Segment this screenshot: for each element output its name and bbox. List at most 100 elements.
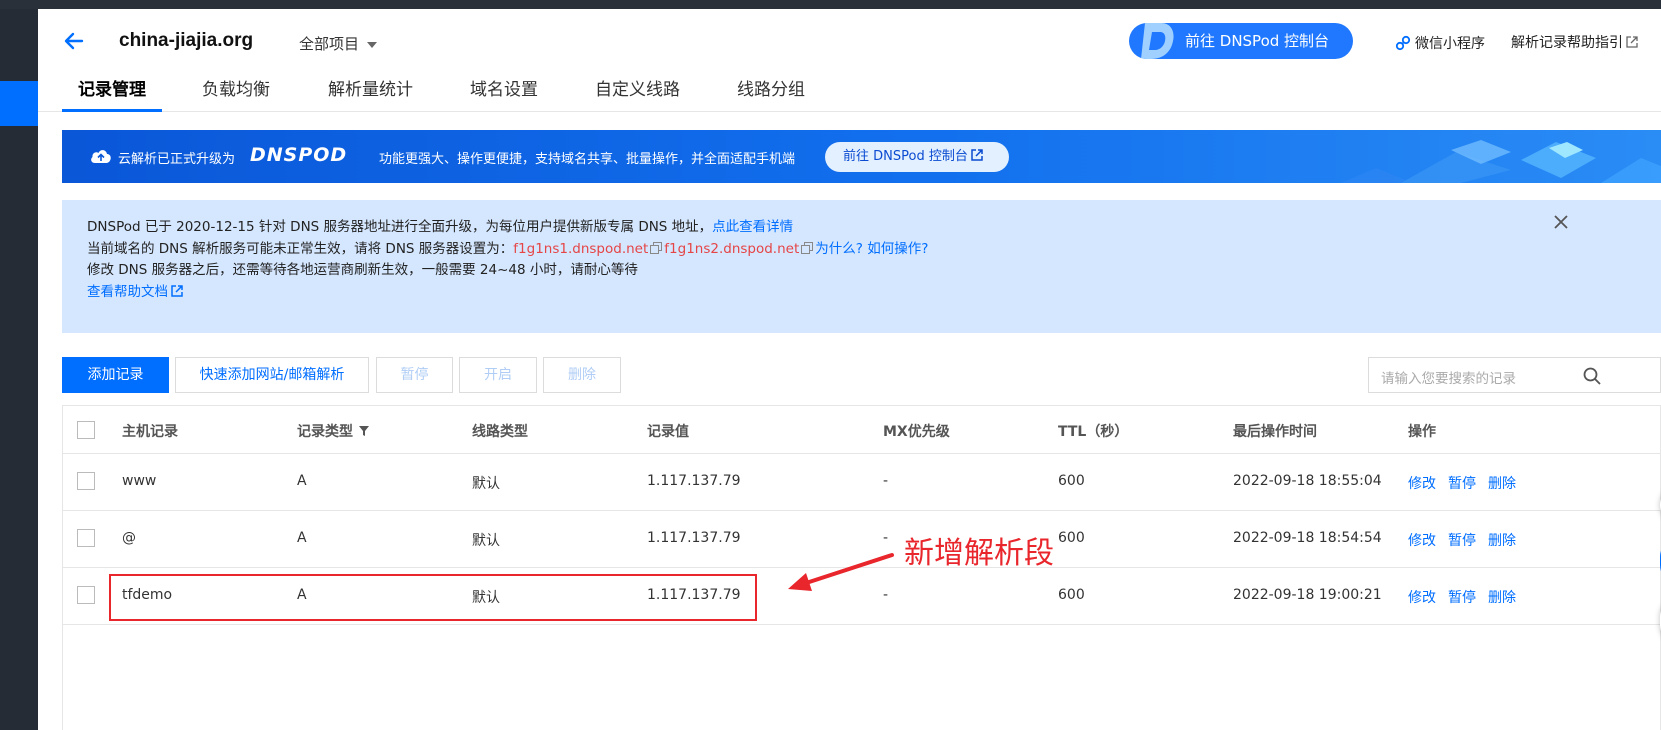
- upgrade-banner: 云解析已正式升级为 DNSPOD 功能更强大、操作更便捷，支持域名共享、批量操作…: [62, 130, 1661, 183]
- delete-link[interactable]: 删除: [1488, 473, 1516, 493]
- external-link-icon: [971, 149, 983, 161]
- banner-button-label: 前往 DNSPod 控制台: [843, 149, 968, 164]
- tab-domain-settings[interactable]: 域名设置: [470, 69, 538, 112]
- cell-ttl: 600: [1058, 587, 1085, 603]
- add-record-button[interactable]: 添加记录: [62, 357, 169, 393]
- pause-link[interactable]: 暂停: [1448, 530, 1476, 550]
- banner-decoration-graphic: [1341, 140, 1661, 183]
- edit-link[interactable]: 修改: [1408, 473, 1436, 493]
- cell-line: 默认: [472, 533, 500, 549]
- notice-line-1: DNSPod 已于 2020-12-15 针对 DNS 服务器地址进行全面升级，…: [87, 215, 793, 235]
- page-header: china-jiajia.org 全部项目 前往 DNSPod 控制台 微信小程…: [38, 9, 1661, 112]
- banner-goto-console-button[interactable]: 前往 DNSPod 控制台: [825, 142, 1009, 172]
- why-how-link[interactable]: 为什么? 如何操作?: [815, 241, 928, 257]
- help-doc-link[interactable]: 查看帮助文档: [87, 280, 183, 300]
- project-select[interactable]: 全部项目: [299, 33, 378, 54]
- col-type[interactable]: 记录类型: [297, 421, 370, 441]
- dnspod-brand: DNSPOD: [250, 144, 348, 166]
- notice-line-1-text: DNSPod 已于 2020-12-15 针对 DNS 服务器地址进行全面升级，…: [87, 219, 713, 235]
- cell-value: 1.117.137.79: [647, 530, 741, 546]
- highlight-box: [109, 574, 757, 621]
- left-sidebar: [0, 9, 38, 730]
- help-doc-label: 查看帮助文档: [87, 284, 168, 300]
- cell-line: 默认: [472, 476, 500, 492]
- notice-line-2-text: 当前域名的 DNS 解析服务可能未正常生效，请将 DNS 服务器设置为：: [87, 241, 514, 257]
- filter-icon[interactable]: [358, 425, 370, 437]
- annotation-text: 新增解析段: [904, 536, 1054, 571]
- tab-load-balancing[interactable]: 负载均衡: [202, 69, 270, 112]
- search-icon[interactable]: [1582, 366, 1602, 386]
- cell-type: A: [297, 473, 307, 489]
- external-link-icon: [171, 285, 183, 297]
- enable-button[interactable]: 开启: [459, 357, 537, 393]
- help-guide-label: 解析记录帮助指引: [1511, 35, 1623, 51]
- banner-text-upgrade: 云解析已正式升级为: [118, 152, 236, 167]
- domain-title: china-jiajia.org: [119, 30, 254, 51]
- nameserver-2: f1g1ns2.dnspod.net: [664, 241, 800, 257]
- sidebar-active-item[interactable]: [0, 81, 38, 126]
- cell-ttl: 600: [1058, 530, 1085, 546]
- col-mx: MX优先级: [883, 424, 950, 440]
- row-checkbox[interactable]: [77, 529, 95, 547]
- col-line: 线路类型: [472, 424, 528, 440]
- link-icon: [1395, 35, 1411, 51]
- close-icon[interactable]: [1553, 214, 1569, 230]
- row-checkbox[interactable]: [77, 472, 95, 490]
- tab-custom-lines[interactable]: 自定义线路: [595, 69, 680, 112]
- banner-text-features: 功能更强大、操作更便捷，支持域名共享、批量操作，并全面适配手机端: [379, 152, 796, 167]
- col-type-label: 记录类型: [297, 424, 353, 440]
- cell-value: 1.117.137.79: [647, 473, 741, 489]
- cell-time: 2022-09-18 18:55:04: [1233, 473, 1382, 489]
- record-search-input[interactable]: 请输入您要搜索的记录: [1368, 357, 1661, 393]
- project-select-label: 全部项目: [299, 35, 360, 53]
- delete-link[interactable]: 删除: [1488, 530, 1516, 550]
- col-host: 主机记录: [122, 424, 178, 440]
- goto-dnspod-console-button[interactable]: 前往 DNSPod 控制台: [1129, 23, 1353, 59]
- notice-line-2: 当前域名的 DNS 解析服务可能未正常生效，请将 DNS 服务器设置为：f1g1…: [87, 237, 928, 257]
- cell-mx: -: [883, 473, 889, 489]
- tab-record-management[interactable]: 记录管理: [62, 69, 162, 112]
- delete-link[interactable]: 删除: [1488, 587, 1516, 607]
- cell-time: 2022-09-18 19:00:21: [1233, 587, 1382, 603]
- col-last-modified: 最后操作时间: [1233, 424, 1317, 440]
- help-guide-link[interactable]: 解析记录帮助指引: [1511, 32, 1638, 52]
- col-ttl: TTL（秒）: [1058, 424, 1129, 440]
- nameserver-1: f1g1ns1.dnspod.net: [513, 241, 649, 257]
- tab-line-groups[interactable]: 线路分组: [737, 69, 805, 112]
- cell-host: @: [122, 530, 136, 546]
- notice-line-3: 修改 DNS 服务器之后，还需等待各地运营商刷新生效，一般需要 24~48 小时…: [87, 262, 638, 278]
- cell-type: A: [297, 530, 307, 546]
- annotation-arrow-icon: [788, 553, 894, 591]
- pause-link[interactable]: 暂停: [1448, 587, 1476, 607]
- back-arrow-icon[interactable]: [62, 29, 86, 53]
- wechat-mini-program-link[interactable]: 微信小程序: [1395, 33, 1485, 53]
- caret-down-icon: [367, 41, 378, 48]
- row-checkbox[interactable]: [77, 586, 95, 604]
- col-actions: 操作: [1408, 424, 1436, 440]
- dns-upgrade-notice: DNSPod 已于 2020-12-15 针对 DNS 服务器地址进行全面升级，…: [62, 200, 1661, 333]
- table-header: 主机记录 记录类型 线路类型 记录值 MX优先级 TTL（秒） 最后操作时间 操…: [63, 406, 1660, 454]
- cell-host: www: [122, 473, 157, 489]
- wechat-mini-label: 微信小程序: [1415, 36, 1485, 52]
- cell-mx: -: [883, 530, 889, 546]
- external-link-icon: [1626, 36, 1638, 48]
- select-all-checkbox[interactable]: [77, 421, 95, 439]
- edit-link[interactable]: 修改: [1408, 587, 1436, 607]
- quick-add-button[interactable]: 快速添加网站/邮箱解析: [175, 357, 369, 393]
- pause-link[interactable]: 暂停: [1448, 473, 1476, 493]
- cell-time: 2022-09-18 18:54:54: [1233, 530, 1382, 546]
- search-placeholder: 请输入您要搜索的记录: [1381, 371, 1516, 387]
- copy-icon[interactable]: [650, 242, 663, 254]
- window-top-bar: [0, 0, 1661, 9]
- main-page: china-jiajia.org 全部项目 前往 DNSPod 控制台 微信小程…: [38, 9, 1661, 730]
- delete-button[interactable]: 删除: [543, 357, 621, 393]
- table-row: www A 默认 1.117.137.79 - 600 2022-09-18 1…: [63, 454, 1660, 511]
- cloud-upload-icon: [91, 150, 111, 163]
- pause-button[interactable]: 暂停: [376, 357, 453, 393]
- edit-link[interactable]: 修改: [1408, 530, 1436, 550]
- tab-query-stats[interactable]: 解析量统计: [328, 69, 413, 112]
- notice-details-link[interactable]: 点此查看详情: [712, 219, 793, 235]
- col-value: 记录值: [647, 424, 689, 440]
- copy-icon[interactable]: [801, 242, 814, 254]
- cell-ttl: 600: [1058, 473, 1085, 489]
